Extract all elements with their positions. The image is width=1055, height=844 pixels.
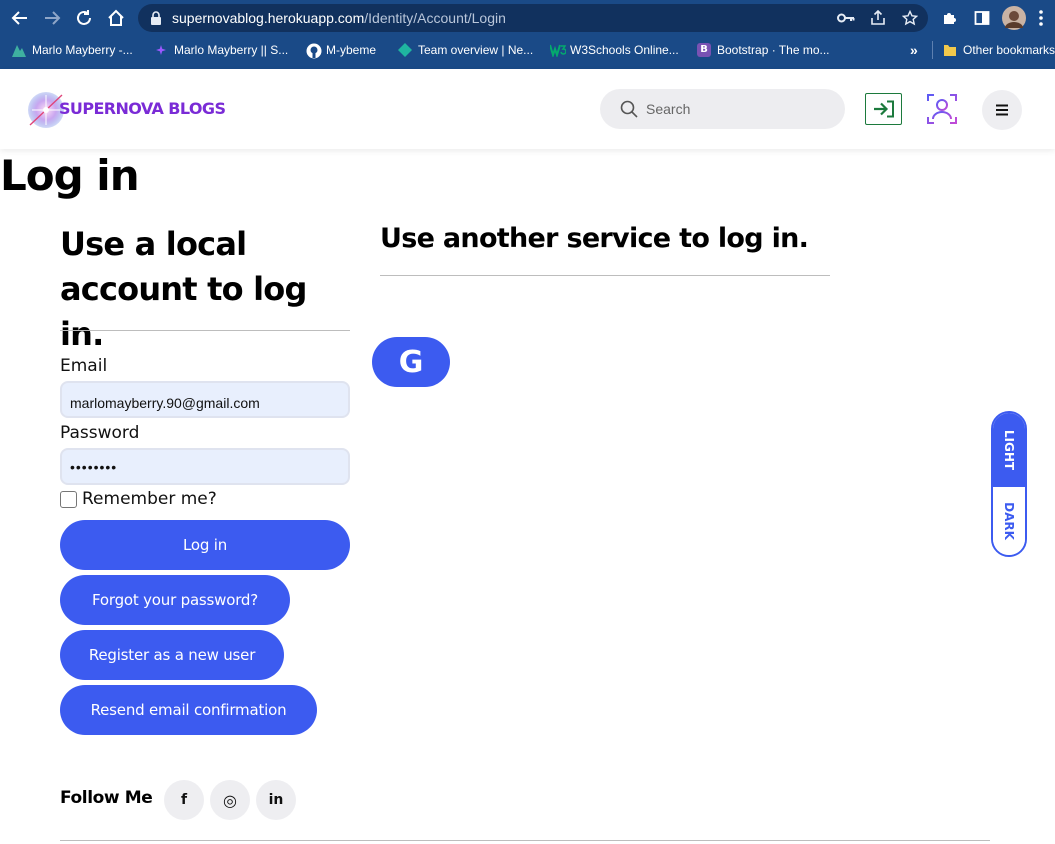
home-icon[interactable] xyxy=(104,6,128,30)
bootstrap-icon: B xyxy=(697,43,711,57)
remember-me-checkbox[interactable] xyxy=(60,490,77,508)
divider xyxy=(60,330,350,331)
diamond-icon xyxy=(398,43,412,57)
forward-arrow-icon[interactable] xyxy=(40,6,64,30)
login-icon[interactable] xyxy=(865,93,902,125)
w3schools-icon xyxy=(549,43,567,59)
bookmark-item[interactable]: Team overview | Ne... xyxy=(398,41,533,59)
user-profile-icon[interactable] xyxy=(926,93,958,125)
bookmarks-overflow-icon[interactable]: » xyxy=(910,41,918,59)
bookmark-item[interactable]: Marlo Mayberry -... xyxy=(12,41,133,59)
email-field[interactable] xyxy=(60,381,350,418)
theme-light-option[interactable]: LIGHT xyxy=(993,413,1025,487)
password-field[interactable] xyxy=(60,448,350,485)
hamburger-menu-button[interactable] xyxy=(982,90,1022,130)
profile-avatar-icon[interactable] xyxy=(1002,6,1026,30)
instagram-icon[interactable]: ◎ xyxy=(210,780,250,820)
divider xyxy=(380,275,830,276)
theme-dark-option[interactable]: DARK xyxy=(993,487,1025,555)
extensions-puzzle-icon[interactable] xyxy=(938,6,962,30)
remember-me-label: Remember me? xyxy=(82,489,217,509)
search-box[interactable] xyxy=(600,89,845,129)
forgot-password-button[interactable]: Forgot your password? xyxy=(60,575,290,625)
other-bookmarks[interactable]: Other bookmarks xyxy=(943,41,1055,59)
linkedin-icon[interactable]: in xyxy=(256,780,296,820)
bookmark-item[interactable]: B Bootstrap · The mo... xyxy=(697,41,830,59)
google-login-button[interactable]: G xyxy=(372,337,450,387)
login-button[interactable]: Log in xyxy=(60,520,350,570)
external-login-heading: Use another service to log in. xyxy=(380,223,809,254)
site-header: SUPERNOVA BLOGS xyxy=(0,69,1055,149)
side-panel-icon[interactable] xyxy=(970,6,994,30)
sparkle-icon xyxy=(154,43,168,57)
lock-icon[interactable] xyxy=(146,8,166,28)
google-icon: G xyxy=(398,344,424,380)
browser-menu-icon[interactable] xyxy=(1034,6,1048,30)
facebook-icon[interactable]: f xyxy=(164,780,204,820)
site-logo[interactable]: SUPERNOVA BLOGS xyxy=(26,89,226,131)
remember-me[interactable]: Remember me? xyxy=(60,489,217,509)
browser-chrome: supernovablog.herokuapp.com/Identity/Acc… xyxy=(0,0,1055,69)
search-icon xyxy=(620,100,638,118)
local-account-heading: Use a local account to log in. xyxy=(60,225,307,353)
folder-icon xyxy=(943,43,957,57)
follow-me-label: Follow Me xyxy=(60,788,153,808)
password-label: Password xyxy=(60,423,140,443)
github-icon xyxy=(306,43,322,59)
email-label: Email xyxy=(60,356,108,376)
url-text[interactable]: supernovablog.herokuapp.com/Identity/Acc… xyxy=(172,10,506,26)
bookmark-star-icon[interactable] xyxy=(900,8,920,28)
bookmark-item[interactable]: M-ybeme xyxy=(306,41,376,59)
browser-toolbar: supernovablog.herokuapp.com/Identity/Acc… xyxy=(0,0,1055,36)
key-icon[interactable] xyxy=(836,8,856,28)
hamburger-icon xyxy=(996,104,1008,116)
theme-toggle[interactable]: LIGHT DARK xyxy=(991,411,1027,557)
resend-confirmation-button[interactable]: Resend email confirmation xyxy=(60,685,317,735)
back-arrow-icon[interactable] xyxy=(8,6,32,30)
mountain-icon xyxy=(12,43,26,57)
share-icon[interactable] xyxy=(868,8,888,28)
page-title: Log in xyxy=(0,151,140,200)
address-bar[interactable]: supernovablog.herokuapp.com/Identity/Acc… xyxy=(138,4,928,32)
bookmark-item[interactable]: W3Schools Online... xyxy=(549,41,679,59)
footer-divider xyxy=(60,840,990,841)
bookmarks-divider xyxy=(932,41,933,59)
bookmarks-bar: Marlo Mayberry -... Marlo Mayberry || S.… xyxy=(0,36,1055,64)
bookmark-item[interactable]: Marlo Mayberry || S... xyxy=(154,41,288,59)
reload-icon[interactable] xyxy=(72,6,96,30)
search-input[interactable] xyxy=(646,89,836,129)
register-button[interactable]: Register as a new user xyxy=(60,630,284,680)
